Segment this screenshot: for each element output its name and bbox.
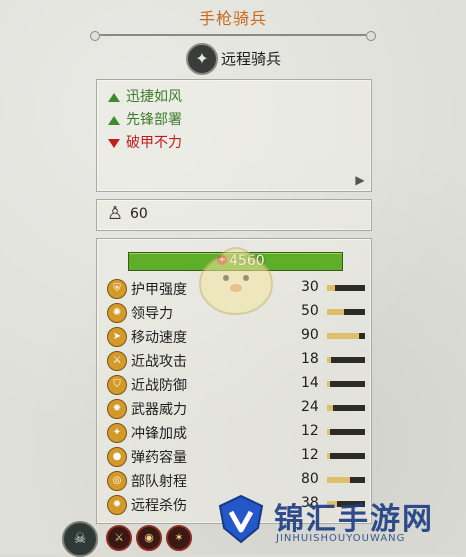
stat-row[interactable]: ⛉ 近战防御 14 (107, 374, 365, 396)
unit-card: 手枪骑兵 ✦ 远程骑兵 迅捷如风 先锋部署 破甲不力 ▶ ♙ 60 + 4560… (0, 0, 466, 557)
stat-label: 近战防御 (131, 378, 187, 394)
stat-bar (327, 309, 365, 315)
weapon-strength-icon: ✸ (107, 399, 127, 419)
leadership-icon: ✺ (107, 303, 127, 323)
melee-attack-icon: ⚔ (107, 351, 127, 371)
watermark-subtext: JINHUISHOUYOUWANG (276, 533, 406, 544)
positive-triangle-icon (108, 115, 120, 125)
stat-bar-fill (327, 333, 360, 339)
site-watermark: 锦汇手游网 JINHUISHOUYOUWANG (216, 492, 466, 554)
unit-size-value: 60 (130, 206, 148, 222)
stat-value: 50 (301, 303, 319, 319)
expand-arrow-icon[interactable]: ▶ (353, 173, 367, 187)
armor-icon: ⛨ (107, 279, 127, 299)
stat-label: 移动速度 (131, 330, 187, 346)
pistol-cavalry-icon: ✦ (186, 43, 218, 75)
stat-bar (327, 405, 365, 411)
negative-triangle-icon (108, 138, 120, 148)
stat-label: 近战攻击 (131, 354, 187, 370)
unit-title: 手枪骑兵 (198, 9, 267, 28)
stat-label: 领导力 (131, 306, 173, 322)
title-divider (90, 31, 376, 41)
stat-bar (327, 429, 365, 435)
stat-bar-fill (327, 405, 333, 411)
abilities-panel: 迅捷如风 先锋部署 破甲不力 ▶ (96, 79, 372, 192)
ability-label: 迅捷如风 (126, 89, 182, 105)
stat-bar-fill (327, 309, 345, 315)
ability-slot-2-icon[interactable]: ◉ (136, 525, 162, 551)
stat-bar (327, 381, 365, 387)
stat-row[interactable]: ● 弹药容量 12 (107, 446, 365, 468)
stat-bar (327, 333, 365, 339)
stat-bar (327, 285, 365, 291)
stat-value: 30 (301, 279, 319, 295)
stat-value: 24 (301, 399, 319, 415)
stat-label: 武器威力 (131, 402, 187, 418)
stat-label: 弹药容量 (131, 450, 187, 466)
stat-row[interactable]: ➤ 移动速度 90 (107, 326, 365, 348)
ability-label: 先锋部署 (126, 112, 182, 128)
ability-label: 破甲不力 (126, 135, 182, 151)
stat-bar-fill (327, 429, 330, 435)
watermark-mascot-icon (199, 247, 273, 315)
ability-item[interactable]: 先锋部署 (108, 110, 182, 130)
ability-slot-3-icon[interactable]: ✶ (166, 525, 192, 551)
stat-value: 14 (301, 375, 319, 391)
speed-icon: ➤ (107, 327, 127, 347)
ammo-icon: ● (107, 447, 127, 467)
stat-row[interactable]: ✸ 武器威力 24 (107, 398, 365, 420)
unit-type-badge-icon[interactable]: ☠ (62, 521, 98, 557)
stat-row[interactable]: ✦ 冲锋加成 12 (107, 422, 365, 444)
stat-bar-fill (327, 381, 331, 387)
stat-value: 12 (301, 423, 319, 439)
stat-value: 12 (301, 447, 319, 463)
soldier-icon: ♙ (107, 203, 124, 224)
stat-bar-fill (327, 357, 331, 363)
stat-bar-fill (327, 285, 335, 291)
stat-value: 80 (301, 471, 319, 487)
range-icon: ◎ (107, 471, 127, 491)
ability-item[interactable]: 破甲不力 (108, 133, 182, 153)
stat-value: 18 (301, 351, 319, 367)
stat-bar (327, 477, 365, 483)
ability-item[interactable]: 迅捷如风 (108, 87, 182, 107)
stat-value: 90 (301, 327, 319, 343)
ability-slot-1-icon[interactable]: ⚔ (106, 525, 132, 551)
stat-label: 部队射程 (131, 474, 187, 490)
stat-label: 冲锋加成 (131, 426, 187, 442)
watermark-text: 锦汇手游网 (274, 502, 434, 537)
unit-size-panel: ♙ 60 (96, 199, 372, 231)
stat-bar (327, 357, 365, 363)
stat-bar (327, 453, 365, 459)
charge-bonus-icon: ✦ (107, 423, 127, 443)
watermark-logo-icon (218, 494, 264, 544)
stat-bar-fill (327, 477, 350, 483)
stat-bar-fill (327, 453, 330, 459)
missile-damage-icon: ✹ (107, 495, 127, 515)
melee-defence-icon: ⛉ (107, 375, 127, 395)
stat-label: 护甲强度 (131, 282, 187, 298)
stat-row[interactable]: ⚔ 近战攻击 18 (107, 350, 365, 372)
unit-class-name: 远程骑兵 (221, 50, 282, 68)
stat-row[interactable]: ◎ 部队射程 80 (107, 470, 365, 492)
positive-triangle-icon (108, 92, 120, 102)
stat-label: 远程杀伤 (131, 498, 187, 514)
